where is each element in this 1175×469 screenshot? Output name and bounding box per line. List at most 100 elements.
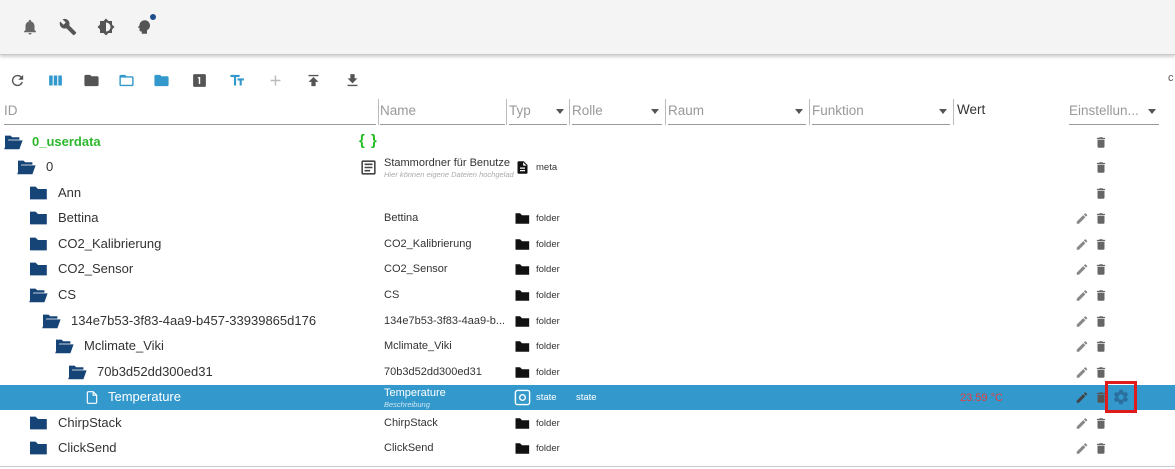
edit-icon[interactable] bbox=[1075, 416, 1089, 431]
edit-icon[interactable] bbox=[1075, 237, 1089, 252]
notification-dot bbox=[150, 14, 156, 20]
folder-open-icon[interactable] bbox=[67, 364, 87, 380]
folder-open-icon[interactable] bbox=[28, 287, 48, 303]
table-row[interactable]: ClickSend ClickSend folder bbox=[0, 436, 1175, 461]
delete-icon[interactable] bbox=[1094, 339, 1108, 354]
folder-icon bbox=[515, 213, 530, 224]
row-name: ClickSend bbox=[384, 442, 434, 454]
header-function[interactable]: Funktion bbox=[812, 99, 950, 125]
divider bbox=[0, 466, 1175, 467]
header-id[interactable]: ID bbox=[4, 99, 376, 125]
folder-icon bbox=[515, 443, 530, 454]
delete-icon[interactable] bbox=[1094, 416, 1108, 431]
refresh-icon[interactable] bbox=[7, 70, 27, 90]
delete-icon[interactable] bbox=[1094, 135, 1108, 150]
settings-gear-button[interactable] bbox=[1105, 381, 1137, 413]
json-badge[interactable]: { } bbox=[359, 132, 378, 149]
folder-icon bbox=[515, 316, 530, 327]
edit-icon[interactable] bbox=[1075, 365, 1089, 380]
row-name: 134e7b53-3f83-4aa9-b... bbox=[384, 315, 506, 327]
row-type: folder bbox=[536, 418, 560, 429]
row-id: CS bbox=[58, 287, 77, 302]
expert-mode-icon[interactable] bbox=[134, 14, 156, 37]
row-id: Mclimate_Viki bbox=[84, 338, 164, 353]
edit-icon[interactable] bbox=[1075, 314, 1089, 329]
folder-icon[interactable] bbox=[28, 440, 48, 456]
folder-icon bbox=[515, 418, 530, 429]
chevron-down-icon bbox=[651, 109, 659, 114]
header-type[interactable]: Typ bbox=[509, 99, 567, 125]
gear-icon bbox=[1113, 389, 1129, 405]
row-type: folder bbox=[536, 443, 560, 454]
file-icon bbox=[517, 161, 528, 174]
header-role[interactable]: Rolle bbox=[572, 99, 662, 125]
folder-icon bbox=[515, 367, 530, 378]
table-row[interactable]: CS CS folder bbox=[0, 283, 1175, 308]
row-type: meta bbox=[536, 162, 558, 173]
header-id-label: ID bbox=[4, 103, 18, 118]
table-row[interactable]: 0 Stammordner für Benutze Hier können ei… bbox=[0, 155, 1175, 180]
table-row[interactable]: Mclimate_Viki Mclimate_Viki folder bbox=[0, 334, 1175, 359]
delete-icon[interactable] bbox=[1094, 441, 1108, 456]
edit-icon[interactable] bbox=[1075, 339, 1089, 354]
table-row[interactable]: 70b3d52dd300ed31 70b3d52dd300ed31 folder bbox=[0, 360, 1175, 385]
delete-icon[interactable] bbox=[1094, 237, 1108, 252]
folder-icon[interactable] bbox=[151, 70, 171, 90]
digit-icon[interactable] bbox=[189, 70, 209, 90]
columns-icon[interactable] bbox=[45, 70, 65, 90]
folder-open-icon[interactable] bbox=[41, 313, 61, 329]
folder-icon[interactable] bbox=[28, 415, 48, 431]
edit-icon[interactable] bbox=[1075, 288, 1089, 303]
table-row-selected[interactable]: Temperature Temperature Beschreibung sta… bbox=[0, 385, 1175, 410]
row-id: 134e7b53-3f83-4aa9-b457-33939865d176 bbox=[71, 313, 317, 328]
row-type: folder bbox=[536, 316, 560, 327]
table-row[interactable]: ChirpStack ChirpStack folder bbox=[0, 411, 1175, 436]
header-name[interactable]: Name bbox=[380, 99, 505, 125]
row-id: 0_userdata bbox=[32, 134, 101, 149]
delete-icon[interactable] bbox=[1094, 160, 1108, 175]
row-name: Stammordner für Benutze bbox=[384, 157, 510, 169]
edit-icon[interactable] bbox=[1075, 211, 1089, 226]
delete-icon[interactable] bbox=[1094, 288, 1108, 303]
wrench-icon[interactable] bbox=[58, 17, 78, 37]
header-settings[interactable]: Einstellun... bbox=[1069, 99, 1159, 125]
row-name: 70b3d52dd300ed31 bbox=[384, 366, 482, 378]
table-row[interactable]: CO2_Sensor CO2_Sensor folder bbox=[0, 257, 1175, 282]
bell-icon[interactable] bbox=[20, 17, 40, 37]
delete-icon[interactable] bbox=[1094, 186, 1108, 201]
edit-icon[interactable] bbox=[1075, 441, 1089, 456]
folder-icon[interactable] bbox=[81, 70, 101, 90]
row-role: state bbox=[576, 392, 597, 403]
edit-icon[interactable] bbox=[1075, 390, 1089, 405]
row-id: CO2_Kalibrierung bbox=[58, 236, 162, 251]
folder-open-icon[interactable] bbox=[16, 159, 36, 175]
add-icon[interactable] bbox=[265, 70, 285, 90]
delete-icon[interactable] bbox=[1094, 262, 1108, 277]
upload-icon[interactable] bbox=[303, 70, 323, 90]
row-id: ChirpStack bbox=[58, 415, 122, 430]
delete-icon[interactable] bbox=[1094, 211, 1108, 226]
table-row[interactable]: Ann bbox=[0, 181, 1175, 206]
download-icon[interactable] bbox=[342, 70, 362, 90]
table-row[interactable]: Bettina Bettina folder bbox=[0, 206, 1175, 231]
folder-icon[interactable] bbox=[28, 261, 48, 277]
toolbar: c bbox=[0, 68, 1175, 92]
folder-open-icon[interactable] bbox=[3, 134, 23, 150]
table-row[interactable]: 134e7b53-3f83-4aa9-b457-33939865d176 134… bbox=[0, 309, 1175, 334]
header-room[interactable]: Raum bbox=[668, 99, 806, 125]
row-id: Ann bbox=[58, 185, 82, 200]
delete-icon[interactable] bbox=[1094, 365, 1108, 380]
brightness-icon[interactable] bbox=[96, 17, 116, 37]
folder-icon[interactable] bbox=[28, 236, 48, 252]
folder-open-icon[interactable] bbox=[54, 338, 74, 354]
folder-open-icon[interactable] bbox=[116, 70, 136, 90]
folder-icon[interactable] bbox=[28, 185, 48, 201]
delete-icon[interactable] bbox=[1094, 314, 1108, 329]
chevron-down-icon bbox=[1148, 109, 1156, 114]
row-value[interactable]: 23.59 °C bbox=[960, 392, 1003, 404]
edit-icon[interactable] bbox=[1075, 262, 1089, 277]
text-size-icon[interactable] bbox=[227, 70, 247, 90]
table-row[interactable]: CO2_Kalibrierung CO2_Kalibrierung folder bbox=[0, 232, 1175, 257]
table-row[interactable]: 0_userdata { } bbox=[0, 130, 1175, 155]
folder-icon[interactable] bbox=[28, 210, 48, 226]
